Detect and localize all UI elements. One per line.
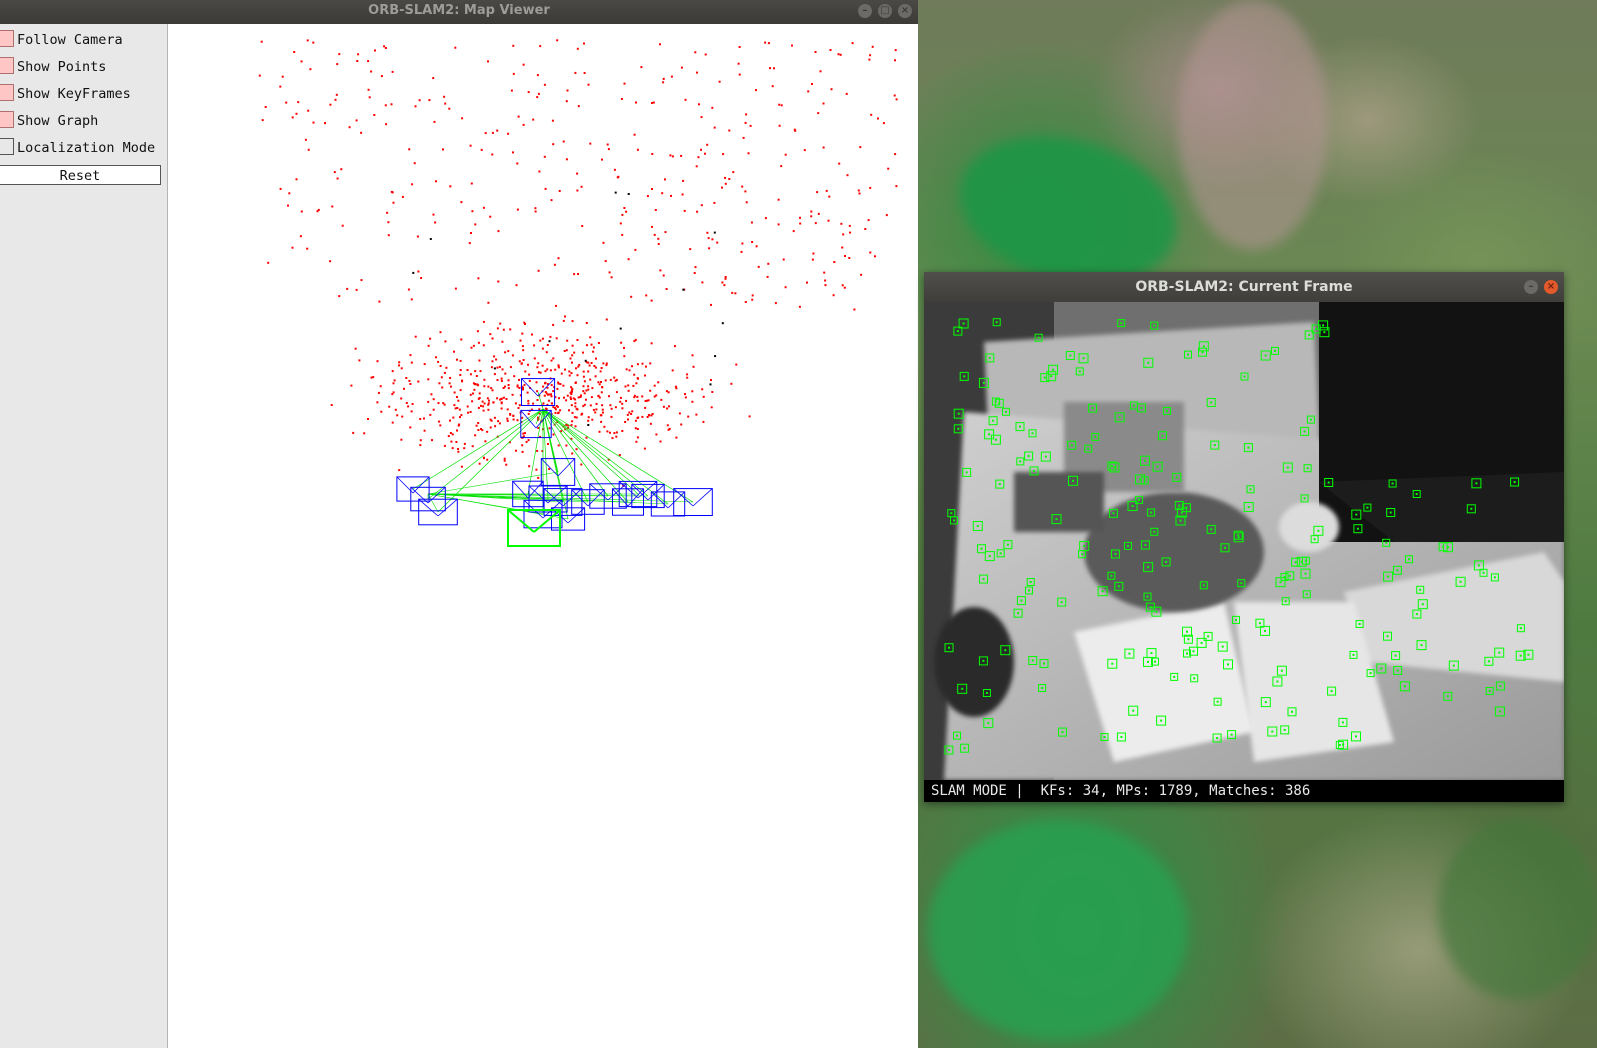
frame-status-bar: SLAM MODE | KFs: 34, MPs: 1789, Matches:… <box>924 780 1564 802</box>
control-panel: Follow Camera Show Points Show KeyFrames… <box>0 24 168 1048</box>
keyframes <box>396 378 713 531</box>
map-viewer-titlebar[interactable]: ORB-SLAM2: Map Viewer – □ × <box>0 0 918 24</box>
show-points-checkbox[interactable]: Show Points <box>0 57 106 77</box>
checkbox-box[interactable] <box>0 57 14 74</box>
camera-frame-image <box>924 302 1564 780</box>
maximize-icon[interactable]: □ <box>878 4 892 18</box>
current-frame-title: ORB-SLAM2: Current Frame <box>1135 279 1353 295</box>
follow-camera-checkbox[interactable]: Follow Camera <box>0 30 123 50</box>
map-viewer-window: ORB-SLAM2: Map Viewer – □ × Follow Camer… <box>0 0 918 1048</box>
checkbox-box[interactable] <box>0 138 14 155</box>
show-graph-checkbox[interactable]: Show Graph <box>0 111 98 131</box>
map-viewer-title: ORB-SLAM2: Map Viewer <box>368 3 550 18</box>
grayscale-desk-scene <box>924 302 1564 780</box>
checkbox-box[interactable] <box>0 84 14 101</box>
show-keyframes-checkbox[interactable]: Show KeyFrames <box>0 84 131 104</box>
checkbox-label: Show Points <box>17 59 107 75</box>
minimize-icon[interactable]: – <box>858 4 872 18</box>
current-frame-window: ORB-SLAM2: Current Frame – × SLAM MODE |… <box>924 272 1564 802</box>
checkbox-label: Show KeyFrames <box>17 86 131 102</box>
close-icon[interactable]: × <box>898 4 912 18</box>
checkbox-label: Localization Mode <box>17 140 156 156</box>
minimize-icon[interactable]: – <box>1524 280 1538 294</box>
checkbox-box[interactable] <box>0 111 14 128</box>
current-frame-titlebar[interactable]: ORB-SLAM2: Current Frame – × <box>924 272 1564 302</box>
checkbox-box[interactable] <box>0 30 14 47</box>
reset-button[interactable]: Reset <box>0 165 161 185</box>
localization-mode-checkbox[interactable]: Localization Mode <box>0 138 155 158</box>
checkbox-label: Follow Camera <box>17 32 123 48</box>
checkbox-label: Show Graph <box>17 113 99 129</box>
close-icon[interactable]: × <box>1544 280 1558 294</box>
map-3d-view[interactable] <box>168 24 918 1048</box>
map-points <box>258 39 898 487</box>
